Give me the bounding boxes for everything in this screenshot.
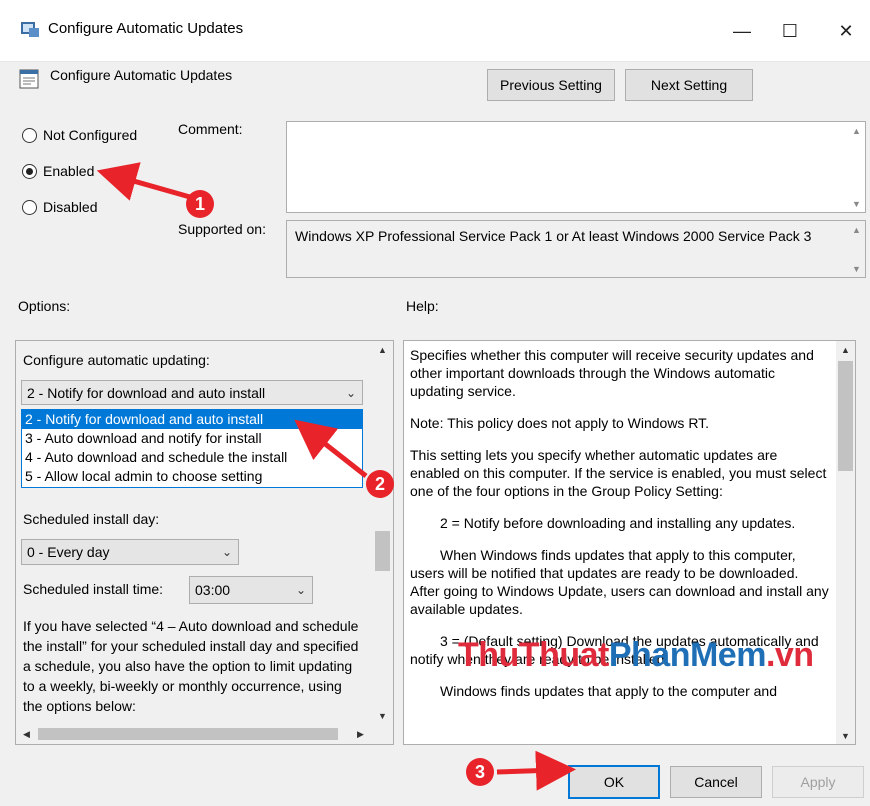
help-paragraph: Windows finds updates that apply to the … (440, 683, 777, 699)
supported-on-box: Windows XP Professional Service Pack 1 o… (286, 220, 866, 278)
help-panel: Specifies whether this computer will rec… (403, 340, 856, 745)
configure-updating-select[interactable]: 2 - Notify for download and auto install… (21, 380, 363, 405)
watermark-part: ThuThuat (458, 636, 609, 674)
comment-scrollbar[interactable]: ▲ ▼ (848, 122, 865, 212)
help-heading: Help: (406, 298, 439, 314)
watermark-part: PhanMem (608, 636, 767, 674)
scroll-up-icon[interactable]: ▲ (848, 221, 865, 238)
watermark-part: .vn (765, 636, 814, 674)
step-marker-2: 2 (366, 470, 394, 498)
scroll-thumb[interactable] (375, 531, 390, 571)
step-marker-1: 1 (186, 190, 214, 218)
chevron-down-icon: ⌄ (295, 583, 306, 597)
next-setting-button[interactable]: Next Setting (625, 69, 753, 101)
watermark-logo: ThuThuatPhanMem.vn (458, 636, 814, 675)
help-paragraph: Specifies whether this computer will rec… (410, 347, 814, 399)
install-day-select[interactable]: 0 - Every day ⌄ (21, 539, 239, 565)
scroll-up-icon[interactable]: ▲ (848, 122, 865, 139)
cancel-button[interactable]: Cancel (670, 766, 762, 798)
configure-updating-dropdown[interactable]: 2 - Notify for download and auto install… (21, 409, 363, 488)
step-marker-3: 3 (466, 758, 494, 786)
scroll-down-icon[interactable]: ▼ (836, 727, 855, 744)
install-day-label: Scheduled install day: (23, 511, 160, 527)
options-hscrollbar[interactable]: ◀ ▶ (16, 724, 372, 744)
comment-input[interactable]: ▲ ▼ (286, 121, 866, 213)
comment-label: Comment: (178, 121, 243, 137)
arrow-3 (496, 750, 576, 791)
dropdown-option[interactable]: 5 - Allow local admin to choose setting (22, 467, 362, 486)
help-text: Specifies whether this computer will rec… (410, 346, 830, 741)
configure-updating-value: 2 - Notify for download and auto install (27, 384, 266, 401)
scroll-thumb[interactable] (38, 728, 338, 740)
setting-icon (19, 69, 39, 89)
options-vscrollbar[interactable]: ▲ ▼ (372, 341, 393, 724)
enabled-radio[interactable]: Enabled (22, 163, 94, 179)
install-time-select[interactable]: 03:00 ⌄ (189, 576, 313, 604)
help-paragraph: When Windows finds updates that apply to… (410, 547, 829, 617)
window-title: Configure Automatic Updates (48, 20, 244, 37)
install-time-label: Scheduled install time: (23, 581, 164, 597)
dropdown-option[interactable]: 2 - Notify for download and auto install (22, 410, 362, 429)
scroll-down-icon[interactable]: ▼ (848, 260, 865, 277)
radio-dot (22, 127, 37, 143)
minimize-button[interactable]: — (718, 0, 766, 62)
help-paragraph: Note: This policy does not apply to Wind… (410, 415, 710, 431)
install-time-value: 03:00 (195, 582, 231, 598)
arrow-1 (96, 162, 191, 201)
scroll-right-icon[interactable]: ▶ (352, 726, 369, 743)
scroll-down-icon[interactable]: ▼ (372, 707, 393, 724)
policy-editor-icon (21, 22, 39, 37)
schedule-note: If you have selected “4 – Auto download … (23, 618, 359, 714)
chevron-down-icon: ⌄ (345, 385, 356, 400)
configure-updating-label: Configure automatic updating: (23, 352, 210, 368)
install-day-value: 0 - Every day (27, 544, 110, 560)
scroll-up-icon[interactable]: ▲ (836, 341, 855, 358)
close-button[interactable]: ✕ (822, 0, 870, 62)
disabled-label: Disabled (43, 199, 98, 215)
enabled-label: Enabled (43, 163, 95, 179)
apply-button: Apply (772, 766, 864, 798)
supported-on-label: Supported on: (178, 221, 266, 237)
scroll-thumb[interactable] (838, 361, 853, 471)
title-bar: Configure Automatic Updates — ☐ ✕ (0, 0, 870, 62)
options-heading: Options: (18, 298, 71, 314)
scroll-up-icon[interactable]: ▲ (372, 341, 393, 358)
supported-on-value: Windows XP Professional Service Pack 1 o… (295, 228, 812, 244)
dropdown-option[interactable]: 4 - Auto download and schedule the insta… (22, 448, 362, 467)
not-configured-label: Not Configured (43, 127, 138, 143)
maximize-button[interactable]: ☐ (766, 0, 814, 62)
help-scrollbar[interactable]: ▲ ▼ (836, 341, 855, 744)
previous-setting-button[interactable]: Previous Setting (487, 69, 615, 101)
supported-scrollbar[interactable]: ▲ ▼ (848, 221, 865, 277)
help-paragraph: This setting lets you specify whether au… (410, 447, 827, 499)
dropdown-option[interactable]: 3 - Auto download and notify for install (22, 429, 362, 448)
help-paragraph: 2 = Notify before downloading and instal… (440, 515, 796, 531)
radio-dot-selected (22, 163, 37, 179)
scroll-down-icon[interactable]: ▼ (848, 195, 865, 212)
not-configured-radio[interactable]: Not Configured (22, 127, 137, 143)
ok-button[interactable]: OK (568, 765, 660, 799)
options-panel: Configure automatic updating: 2 - Notify… (15, 340, 394, 745)
radio-dot (22, 199, 37, 215)
scroll-left-icon[interactable]: ◀ (18, 726, 35, 743)
setting-title: Configure Automatic Updates (50, 67, 233, 83)
disabled-radio[interactable]: Disabled (22, 199, 97, 215)
chevron-down-icon: ⌄ (221, 545, 232, 559)
